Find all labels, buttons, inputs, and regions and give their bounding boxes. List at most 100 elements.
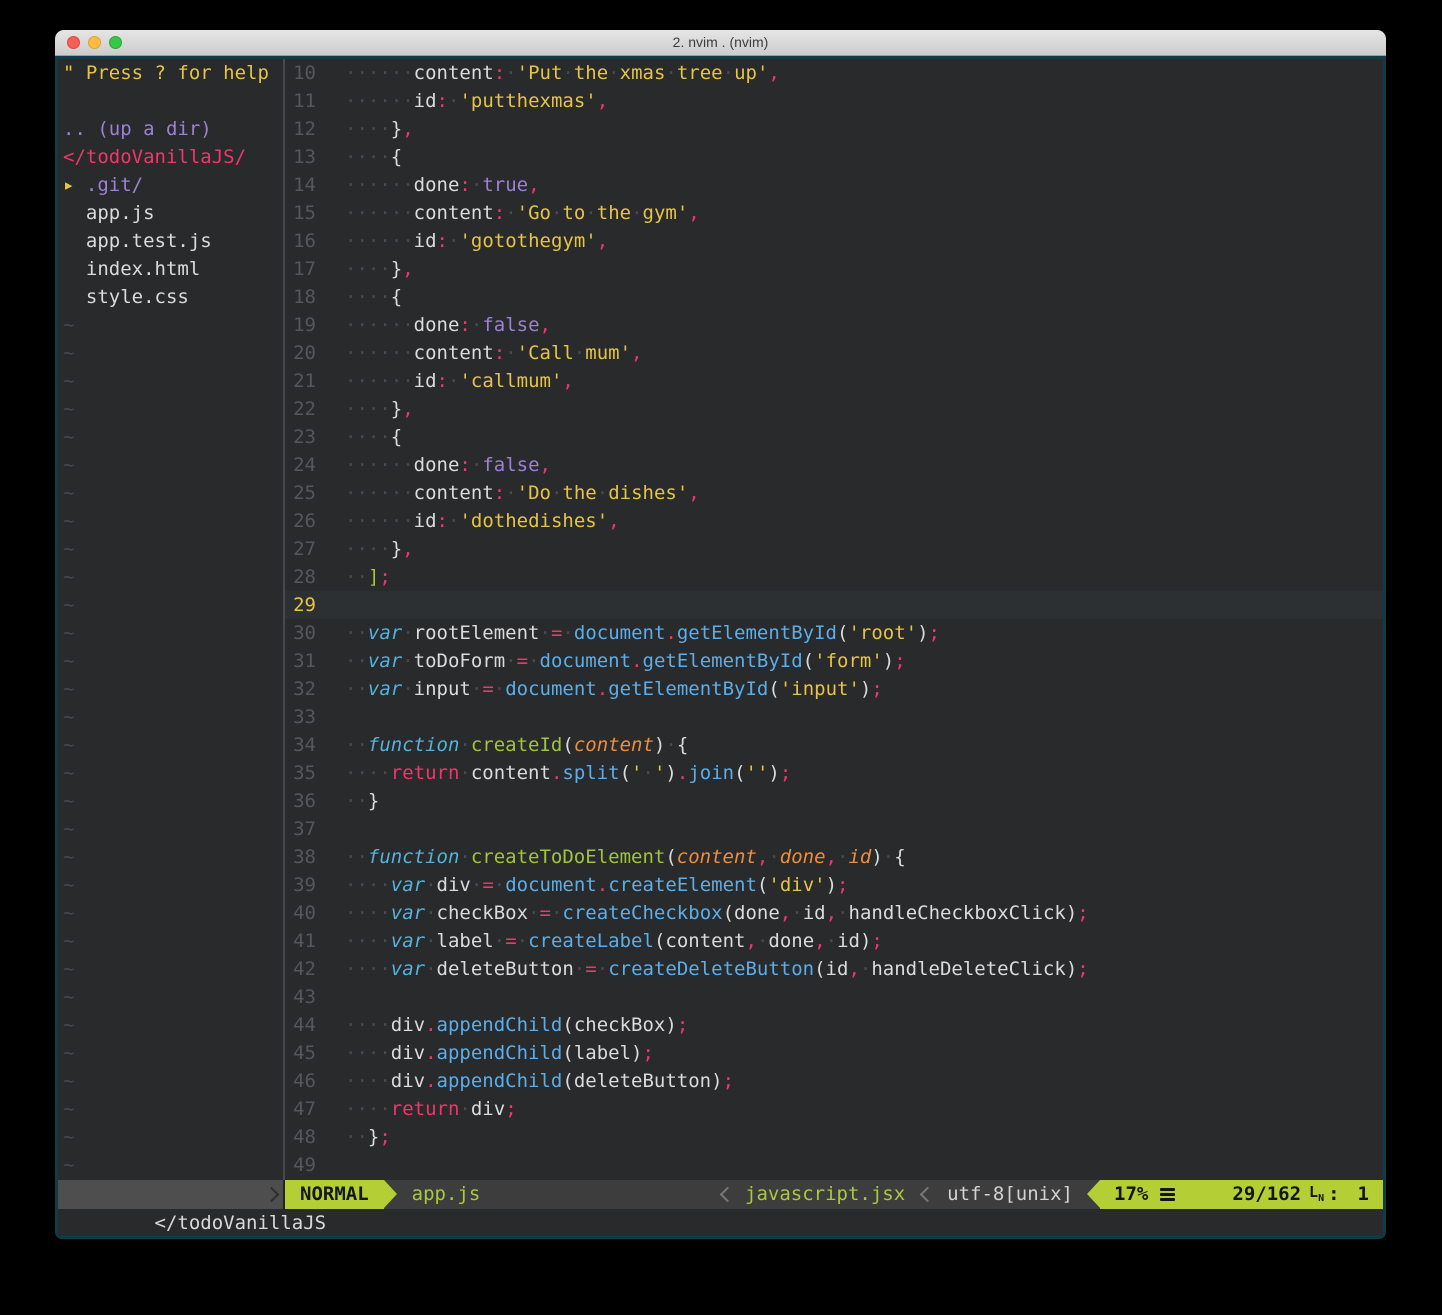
- titlebar[interactable]: 2. nvim . (nvim): [55, 30, 1386, 56]
- code-line[interactable]: 31··var·toDoForm·=·document.getElementBy…: [285, 647, 1383, 675]
- line-number: 46: [285, 1067, 329, 1095]
- code-line[interactable]: 36··}: [285, 787, 1383, 815]
- close-button[interactable]: [67, 36, 80, 49]
- code-line[interactable]: 40····var·checkBox·=·createCheckbox(done…: [285, 899, 1383, 927]
- minimize-button[interactable]: [88, 36, 101, 49]
- nvim-screen: " Press ? for help.. (up a dir)</todoVan…: [58, 59, 1383, 1236]
- code-line[interactable]: 46····div.appendChild(deleteButton);: [285, 1067, 1383, 1095]
- netrw-file-app-test-js[interactable]: app.test.js: [58, 227, 283, 255]
- code-line[interactable]: 44····div.appendChild(checkBox);: [285, 1011, 1383, 1039]
- code-line[interactable]: 28··];: [285, 563, 1383, 591]
- code-text: ······id:·'gotothegym',: [329, 227, 608, 255]
- code-line[interactable]: 17····},: [285, 255, 1383, 283]
- empty-buffer-tilde: ~: [58, 899, 283, 927]
- code-text: ······id:·'dothedishes',: [329, 507, 620, 535]
- code-line[interactable]: 35····return·content.split('·').join('')…: [285, 759, 1383, 787]
- netrw-file-index-html[interactable]: index.html: [58, 255, 283, 283]
- code-text: ····},: [329, 255, 414, 283]
- code-line[interactable]: 45····div.appendChild(label);: [285, 1039, 1383, 1067]
- status-filename: app.js: [397, 1180, 481, 1209]
- code-buffer[interactable]: 10······content:·'Put·the·xmas·tree·up',…: [285, 59, 1383, 1180]
- code-text: ······content:·'Do·the·dishes',: [329, 479, 700, 507]
- line-number: 11: [285, 87, 329, 115]
- netrw-file-style-css[interactable]: style.css: [58, 283, 283, 311]
- code-line[interactable]: 25······content:·'Do·the·dishes',: [285, 479, 1383, 507]
- window-controls: [67, 36, 122, 49]
- line-number: 39: [285, 871, 329, 899]
- code-line[interactable]: 18····{: [285, 283, 1383, 311]
- empty-buffer-tilde: ~: [58, 395, 283, 423]
- code-line[interactable]: 16······id:·'gotothegym',: [285, 227, 1383, 255]
- line-number: 49: [285, 1151, 329, 1179]
- line-number: 30: [285, 619, 329, 647]
- code-text: ····{: [329, 143, 402, 171]
- code-line[interactable]: 42····var·deleteButton·=·createDeleteBut…: [285, 955, 1383, 983]
- code-line[interactable]: 34··function·createId(content)·{: [285, 731, 1383, 759]
- code-line[interactable]: 24······done:·false,: [285, 451, 1383, 479]
- status-colon: :: [1328, 1180, 1339, 1209]
- empty-buffer-tilde: ~: [58, 1067, 283, 1095]
- empty-buffer-tilde: ~: [58, 955, 283, 983]
- code-text: ······content:·'Go·to·the·gym',: [329, 199, 700, 227]
- empty-buffer-tilde: ~: [58, 675, 283, 703]
- code-line[interactable]: 26······id:·'dothedishes',: [285, 507, 1383, 535]
- line-number: 26: [285, 507, 329, 535]
- code-line[interactable]: 33: [285, 703, 1383, 731]
- code-line[interactable]: 15······content:·'Go·to·the·gym',: [285, 199, 1383, 227]
- empty-buffer-tilde: ~: [58, 591, 283, 619]
- code-text: ····div.appendChild(deleteButton);: [329, 1067, 734, 1095]
- line-number: 13: [285, 143, 329, 171]
- code-text: ··var·toDoForm·=·document.getElementById…: [329, 647, 906, 675]
- code-line[interactable]: 32··var·input·=·document.getElementById(…: [285, 675, 1383, 703]
- empty-buffer-tilde: ~: [58, 479, 283, 507]
- status-position-segment: 17% 29/162 : 1: [1100, 1180, 1383, 1209]
- netrw-status-path: </todoVanillaJS: [155, 1212, 327, 1234]
- code-text: [329, 815, 345, 843]
- code-line[interactable]: 49: [285, 1151, 1383, 1179]
- line-number: 41: [285, 927, 329, 955]
- empty-buffer-tilde: ~: [58, 759, 283, 787]
- code-line[interactable]: 22····},: [285, 395, 1383, 423]
- code-text: ····var·deleteButton·=·createDeleteButto…: [329, 955, 1089, 983]
- code-text: ··}: [329, 787, 379, 815]
- empty-buffer-tilde: ~: [58, 1123, 283, 1151]
- code-text: ····var·label·=·createLabel(content,·don…: [329, 927, 883, 955]
- code-line[interactable]: 43: [285, 983, 1383, 1011]
- chevron-left-icon: [717, 1180, 733, 1209]
- code-line[interactable]: 12····},: [285, 115, 1383, 143]
- code-line[interactable]: 11······id:·'putthexmas',: [285, 87, 1383, 115]
- code-line[interactable]: 48··};: [285, 1123, 1383, 1151]
- code-text: ····div.appendChild(checkBox);: [329, 1011, 688, 1039]
- line-number: 15: [285, 199, 329, 227]
- code-line[interactable]: 39····var·div·=·document.createElement('…: [285, 871, 1383, 899]
- status-percent: 17%: [1114, 1180, 1148, 1209]
- empty-buffer-tilde: ~: [58, 1011, 283, 1039]
- line-number: 35: [285, 759, 329, 787]
- code-line[interactable]: 19······done:·false,: [285, 311, 1383, 339]
- powerline-arrow-right-icon: [384, 1180, 397, 1208]
- netrw-up-dir[interactable]: .. (up a dir): [58, 115, 283, 143]
- code-line[interactable]: 47····return·div;: [285, 1095, 1383, 1123]
- line-number: 44: [285, 1011, 329, 1039]
- code-line[interactable]: 41····var·label·=·createLabel(content,·d…: [285, 927, 1383, 955]
- code-line[interactable]: 21······id:·'callmum',: [285, 367, 1383, 395]
- empty-buffer-tilde: ~: [58, 1095, 283, 1123]
- code-line[interactable]: 20······content:·'Call·mum',: [285, 339, 1383, 367]
- code-line[interactable]: 38··function·createToDoElement(content,·…: [285, 843, 1383, 871]
- code-line[interactable]: 10······content:·'Put·the·xmas·tree·up',: [285, 59, 1383, 87]
- code-line[interactable]: 37: [285, 815, 1383, 843]
- netrw-dir-git[interactable]: ▸ .git/: [58, 171, 283, 199]
- airline-statusline: NORMAL app.js javascript.jsx utf-8[unix]…: [285, 1180, 1383, 1209]
- code-line[interactable]: 27····},: [285, 535, 1383, 563]
- zoom-button[interactable]: [109, 36, 122, 49]
- code-line[interactable]: 29: [285, 591, 1383, 619]
- empty-buffer-tilde: ~: [58, 451, 283, 479]
- code-line[interactable]: 23····{: [285, 423, 1383, 451]
- netrw-sidebar[interactable]: " Press ? for help.. (up a dir)</todoVan…: [58, 59, 283, 1180]
- code-line[interactable]: 14······done:·true,: [285, 171, 1383, 199]
- code-line[interactable]: 30··var·rootElement·=·document.getElemen…: [285, 619, 1383, 647]
- netrw-file-app-js[interactable]: app.js: [58, 199, 283, 227]
- status-cursor-group: 29/162 : 1: [1232, 1180, 1369, 1209]
- line-number: 24: [285, 451, 329, 479]
- code-line[interactable]: 13····{: [285, 143, 1383, 171]
